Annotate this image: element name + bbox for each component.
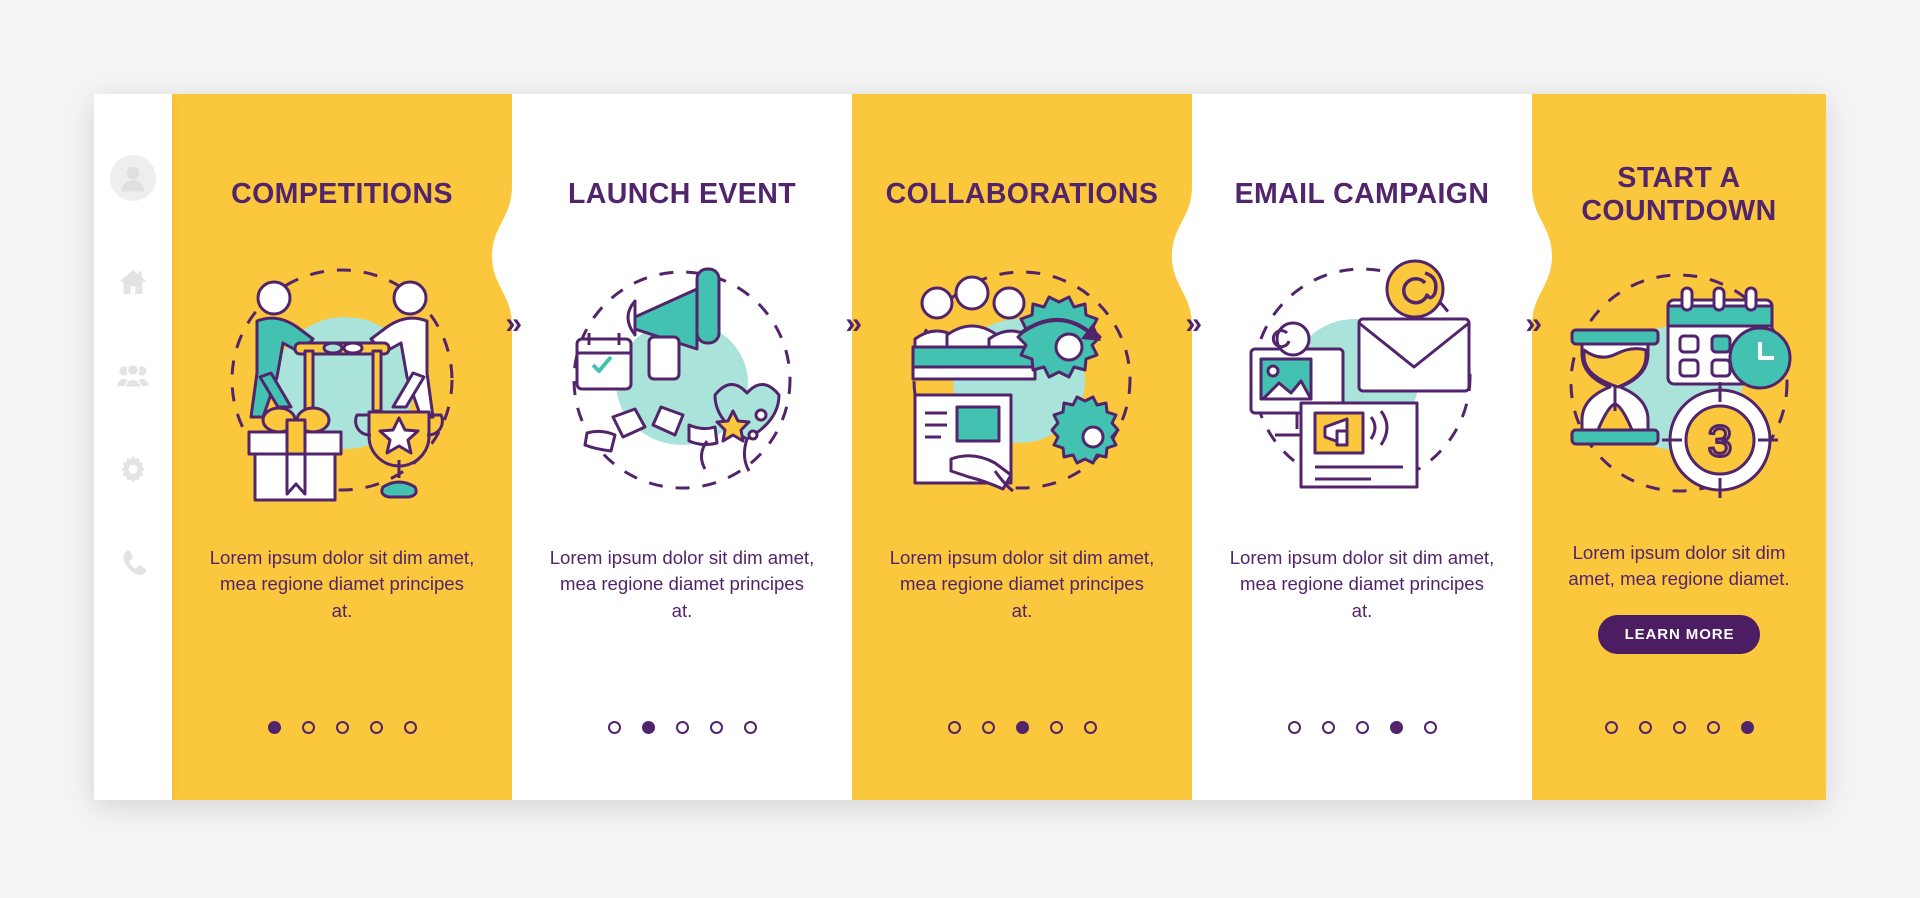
pagination-dot[interactable] [301, 721, 315, 734]
pagination-dot[interactable] [981, 721, 995, 734]
card-competitions[interactable]: COMPETITIONS Lorem ipsum dolor sit dim a… [172, 94, 522, 800]
pagination-dot[interactable] [403, 721, 417, 734]
pagination-dot[interactable] [1604, 721, 1618, 734]
card-pagination-dots [512, 721, 852, 734]
pagination-dot[interactable] [267, 721, 281, 734]
pagination-dot[interactable] [1389, 721, 1403, 734]
card-pagination-dots [172, 721, 512, 734]
sidebar-item-profile[interactable] [110, 155, 156, 201]
svg-text:3: 3 [1708, 417, 1732, 466]
learn-more-button[interactable]: LEARN MORE [1597, 614, 1761, 654]
pagination-dot[interactable] [1049, 721, 1063, 734]
launch-event-illustration [557, 255, 807, 505]
pagination-dot[interactable] [1015, 721, 1029, 734]
pagination-dot[interactable] [709, 721, 723, 734]
sidebar-item-home[interactable] [111, 260, 155, 304]
card-pagination-dots [1532, 721, 1826, 734]
onboarding-cards: COMPETITIONS Lorem ipsum dolor sit dim a… [172, 94, 1826, 800]
sidebar-item-call[interactable] [111, 542, 155, 586]
countdown-illustration: 3 [1554, 258, 1804, 508]
email-campaign-illustration [1237, 255, 1487, 505]
pagination-dot[interactable] [1638, 721, 1652, 734]
sidebar-item-settings[interactable] [111, 448, 155, 492]
pagination-dot[interactable] [675, 721, 689, 734]
card-pagination-dots [1192, 721, 1532, 734]
avatar-icon [110, 155, 156, 201]
pagination-dot[interactable] [947, 721, 961, 734]
pagination-dot[interactable] [369, 721, 383, 734]
pagination-dot[interactable] [1740, 721, 1754, 734]
pagination-dot[interactable] [1287, 721, 1301, 734]
card-start-a-countdown[interactable]: START A COUNTDOWN 3 Lorem ipsum dolor si… [1532, 94, 1826, 800]
sidebar-item-contacts[interactable] [111, 354, 155, 398]
onboarding-window: COMPETITIONS Lorem ipsum dolor sit dim a… [94, 94, 1826, 800]
card-description: Lorem ipsum dolor sit dim amet, mea regi… [549, 547, 815, 621]
card-pagination-dots [852, 721, 1192, 734]
screen-root: COMPETITIONS Lorem ipsum dolor sit dim a… [0, 0, 1920, 898]
card-launch-event[interactable]: LAUNCH EVENT Lorem ipsum dolor sit dim a… [512, 94, 862, 800]
collaboration-illustration [897, 255, 1147, 505]
card-title: LAUNCH EVENT [567, 178, 797, 210]
pagination-dot[interactable] [1083, 721, 1097, 734]
pagination-dot[interactable] [1321, 721, 1335, 734]
card-collaborations[interactable]: COLLABORATIONS Lorem ipsum dolor sit dim… [852, 94, 1202, 800]
sidebar [94, 94, 172, 800]
chevron-next-icon: » [505, 307, 522, 340]
card-title: COMPETITIONS [231, 178, 453, 210]
card-description: Lorem ipsum dolor sit dim amet, mea regi… [1229, 547, 1495, 621]
chevron-next-icon: » [845, 307, 862, 340]
gear-icon [118, 455, 148, 485]
card-description: Lorem ipsum dolor sit dim amet, mea regi… [889, 547, 1155, 621]
pagination-dot[interactable] [1423, 721, 1437, 734]
competition-illustration [217, 255, 467, 505]
card-title: COLLABORATIONS [885, 178, 1159, 210]
pagination-dot[interactable] [607, 721, 621, 734]
card-title: EMAIL CAMPAIGN [1234, 178, 1490, 210]
card-description: Lorem ipsum dolor sit dim amet, mea regi… [209, 547, 475, 621]
card-description: Lorem ipsum dolor sit dim amet, mea regi… [1568, 542, 1790, 590]
card-email-campaign[interactable]: EMAIL CAMPAIGN Lorem ipsum dolor sit dim… [1192, 94, 1542, 800]
chevron-next-icon: » [1185, 307, 1202, 340]
pagination-dot[interactable] [1706, 721, 1720, 734]
pagination-dot[interactable] [1355, 721, 1369, 734]
chevron-next-icon: » [1525, 307, 1542, 340]
phone-icon [120, 549, 146, 579]
pagination-dot[interactable] [1672, 721, 1686, 734]
pagination-dot[interactable] [335, 721, 349, 734]
people-icon [117, 362, 149, 390]
home-icon [118, 267, 148, 297]
pagination-dot[interactable] [743, 721, 757, 734]
pagination-dot[interactable] [641, 721, 655, 734]
card-title: START A COUNTDOWN [1581, 162, 1777, 228]
